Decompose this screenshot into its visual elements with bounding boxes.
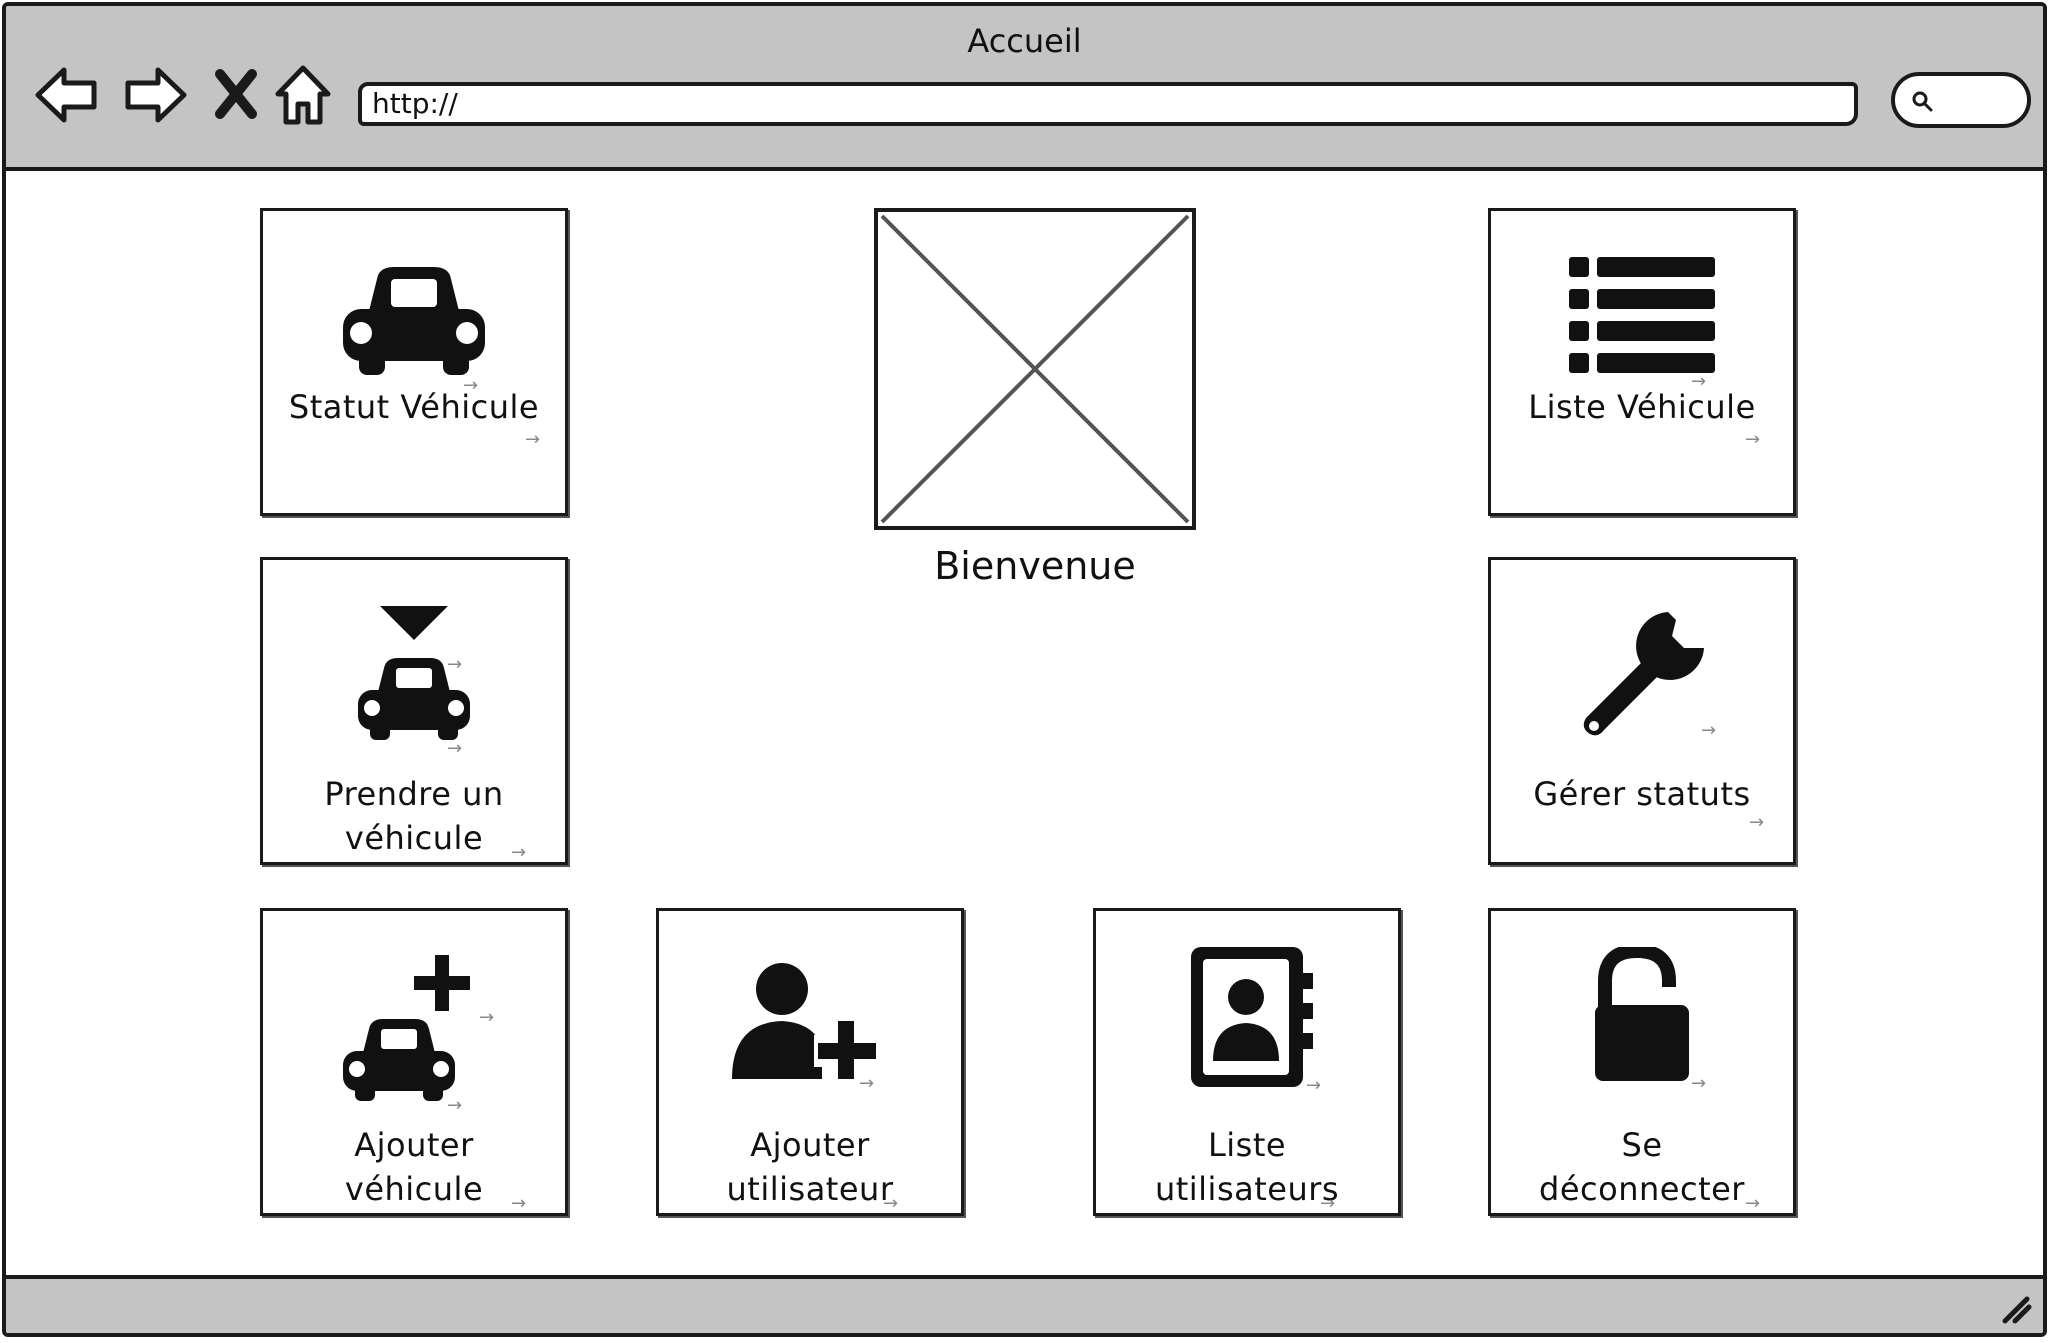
browser-window: Accueil http:// Bienvenue → Statut Véhic… xyxy=(2,2,2047,1337)
link-arrow-icon: → xyxy=(447,738,463,759)
liste-vehicule-tile[interactable]: → Liste Véhicule → xyxy=(1488,208,1796,516)
link-arrow-icon: → xyxy=(883,1193,899,1214)
forward-arrow-icon[interactable] xyxy=(122,62,188,128)
tile-label: Gérer statuts xyxy=(1533,775,1751,813)
back-arrow-icon[interactable] xyxy=(34,62,100,128)
tile-label: Liste utilisateurs xyxy=(1096,1123,1398,1211)
link-arrow-icon: → xyxy=(525,429,541,450)
tile-label-line: Ajouter xyxy=(354,1126,474,1164)
ajouter-vehicule-tile[interactable]: → → Ajouter véhicule → xyxy=(260,908,568,1216)
window-title: Accueil xyxy=(967,22,1082,60)
link-arrow-icon: → xyxy=(511,1193,527,1214)
link-arrow-icon: → xyxy=(511,842,527,863)
tile-label: Statut Véhicule xyxy=(288,388,540,426)
user-add-icon xyxy=(659,961,961,1081)
link-arrow-icon: → xyxy=(1320,1193,1336,1214)
tile-label-line: utilisateur xyxy=(726,1170,894,1208)
link-arrow-icon: → xyxy=(479,1007,495,1028)
statut-vehicule-tile[interactable]: → Statut Véhicule → xyxy=(260,208,568,516)
car-add-icon xyxy=(263,953,565,1103)
list-icon xyxy=(1491,255,1793,375)
link-arrow-icon: → xyxy=(1749,812,1765,833)
link-arrow-icon: → xyxy=(447,1095,463,1116)
welcome-text: Bienvenue xyxy=(934,544,1136,588)
car-icon xyxy=(263,261,565,381)
tile-label-line: Liste xyxy=(1207,1126,1287,1164)
tile-label: Liste Véhicule xyxy=(1528,388,1756,426)
url-input[interactable]: http:// xyxy=(358,82,1858,126)
browser-toolbar: Accueil http:// xyxy=(6,6,2043,171)
resize-grip-icon[interactable] xyxy=(1997,1289,2033,1325)
link-arrow-icon: → xyxy=(1691,1073,1707,1094)
gerer-statuts-tile[interactable]: → Gérer statuts → xyxy=(1488,557,1796,865)
prendre-vehicule-tile[interactable]: → → Prendre un véhicule → xyxy=(260,557,568,865)
search-icon xyxy=(1912,91,1933,112)
status-bar xyxy=(6,1275,2043,1333)
liste-utilisateurs-tile[interactable]: → Liste utilisateurs → xyxy=(1093,908,1401,1216)
tile-label-line: Se xyxy=(1621,1126,1663,1164)
image-placeholder xyxy=(874,208,1196,530)
car-with-down-arrow-icon xyxy=(263,604,565,754)
unlock-icon xyxy=(1491,947,1793,1087)
link-arrow-icon: → xyxy=(1306,1075,1322,1096)
wrench-icon xyxy=(1491,604,1793,744)
home-icon[interactable] xyxy=(272,62,334,128)
ajouter-utilisateur-tile[interactable]: → Ajouter utilisateur → xyxy=(656,908,964,1216)
search-input[interactable] xyxy=(1891,72,2031,128)
tile-label-line: Prendre un xyxy=(324,775,504,813)
address-book-icon xyxy=(1096,943,1398,1093)
tile-label-line: Ajouter xyxy=(750,1126,870,1164)
link-arrow-icon: → xyxy=(447,654,463,675)
close-icon[interactable] xyxy=(210,62,262,128)
tile-label-line: utilisateurs xyxy=(1154,1170,1340,1208)
tile-label: Ajouter utilisateur xyxy=(659,1123,961,1211)
se-deconnecter-tile[interactable]: → Se déconnecter → xyxy=(1488,908,1796,1216)
link-arrow-icon: → xyxy=(1745,429,1761,450)
link-arrow-icon: → xyxy=(859,1073,875,1094)
link-arrow-icon: → xyxy=(1701,720,1717,741)
link-arrow-icon: → xyxy=(1745,1193,1761,1214)
